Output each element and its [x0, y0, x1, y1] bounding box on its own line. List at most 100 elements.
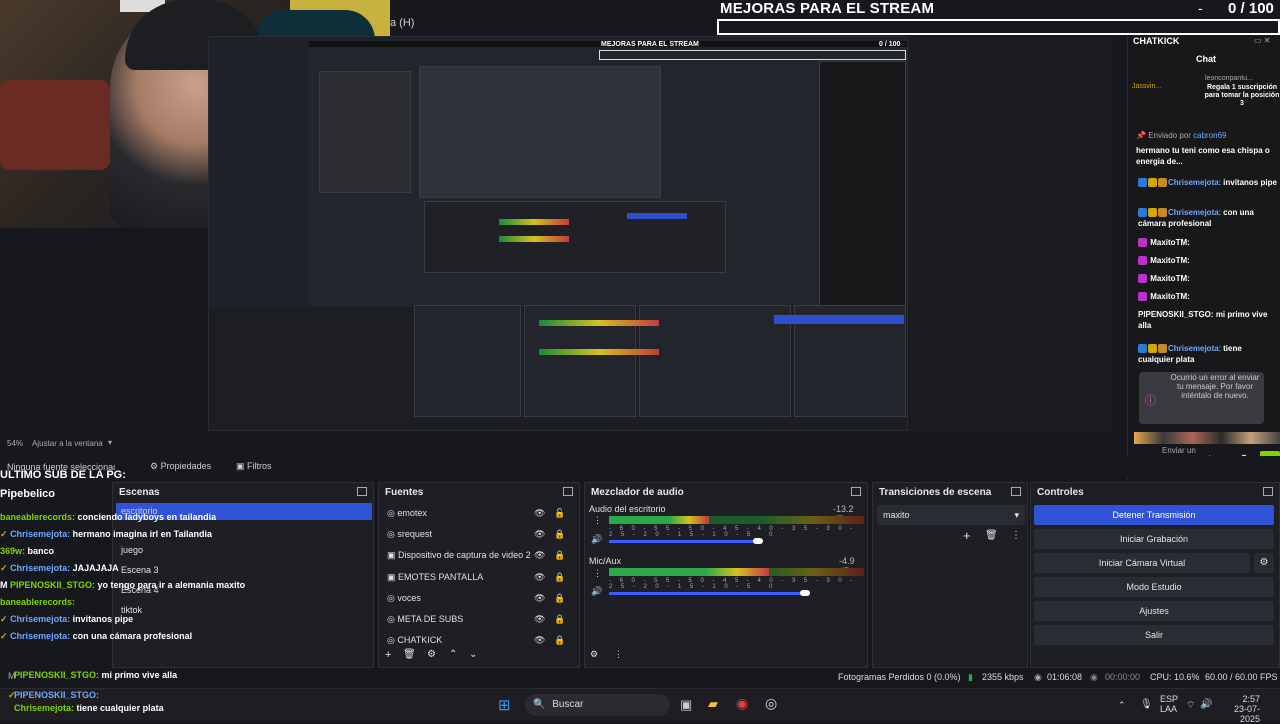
maximize-icon[interactable]: [1011, 487, 1021, 496]
mixer-title: Mezclador de audio: [591, 487, 684, 498]
lock-icon[interactable]: 🔓: [554, 508, 565, 519]
add-source-icon[interactable]: +: [385, 649, 391, 661]
menu-label[interactable]: a (H): [390, 17, 414, 29]
eye-icon[interactable]: 👁: [534, 572, 545, 583]
gear-icon[interactable]: ⚙: [590, 649, 598, 660]
zoom-row: 54% Ajustar a la ventana ▾: [0, 435, 1120, 453]
audio-mixer-dock: Mezclador de audio Audio del escritorio …: [584, 482, 868, 668]
eye-icon[interactable]: 👁: [534, 593, 545, 604]
speaker-icon[interactable]: 🔊: [591, 534, 602, 545]
maximize-icon[interactable]: [851, 487, 861, 496]
move-down-icon[interactable]: ⌄: [469, 649, 477, 660]
properties-button[interactable]: ⚙ Propiedades: [150, 461, 211, 472]
eye-icon[interactable]: 👁: [534, 529, 545, 540]
zoom-fit-label[interactable]: Ajustar a la ventana: [32, 439, 103, 448]
source-item[interactable]: ▣ Dispositivo de captura de video 2: [387, 550, 531, 561]
chat-message: MaxitoTM:: [1138, 273, 1278, 291]
chat-dock-controls-icon[interactable]: ▭ ✕: [1254, 36, 1270, 45]
windows-start-icon[interactable]: ⊞: [498, 696, 511, 714]
lock-icon[interactable]: 🔒: [554, 572, 565, 583]
eye-icon[interactable]: 👁: [534, 635, 545, 646]
audio-meter-level: [609, 516, 709, 524]
kebab-menu-icon[interactable]: ⋮: [614, 649, 623, 660]
lock-icon[interactable]: 🔒: [554, 635, 565, 646]
lock-icon[interactable]: 🔒: [554, 550, 565, 561]
live-time: 01:06:08: [1047, 672, 1083, 682]
overlay-chat-line: ✓ Chrisemejota: hermano imagina irl en T…: [0, 529, 212, 539]
chrome-icon[interactable]: ◉: [736, 695, 748, 712]
goal-dash: -: [1198, 0, 1203, 16]
lock-icon[interactable]: 🔒: [554, 529, 565, 540]
transition-select[interactable]: maxito ▾: [877, 505, 1025, 525]
mic-icon[interactable]: 🎙: [1140, 699, 1153, 710]
eye-icon[interactable]: 👁: [534, 550, 545, 561]
wifi-icon[interactable]: ⌔: [1186, 699, 1195, 712]
kebab-menu-icon[interactable]: ⋮: [1011, 530, 1021, 541]
chevron-up-icon[interactable]: ⌃: [1118, 700, 1126, 711]
emote-bar[interactable]: [1134, 432, 1280, 444]
start-virtual-camera-button[interactable]: Iniciar Cámara Virtual: [1034, 553, 1250, 573]
audio-scale: -60-55-50-45-40-35-30-25-20-15-10-5 0: [609, 578, 861, 590]
remove-transition-icon[interactable]: 🗑: [985, 530, 998, 541]
chat-message: PIPENOSKII_STGO: mi primo vive alla: [1138, 310, 1268, 330]
maximize-icon[interactable]: [357, 487, 367, 496]
maximize-icon[interactable]: [1263, 487, 1273, 496]
source-item[interactable]: ◎ srequest: [387, 529, 432, 540]
pinned-user: Jassvin...: [1132, 83, 1162, 90]
chevron-down-icon[interactable]: ▾: [108, 438, 112, 447]
chat-error-text: Ocurrió un error al enviar tu mensaje. P…: [1170, 373, 1260, 400]
overlay-chat-line: M PIPENOSKII_STGO: yo tengo para ir a al…: [0, 580, 246, 590]
transitions-title: Transiciones de escena: [879, 487, 992, 498]
taskbar-search[interactable]: 🔍 Buscar: [525, 694, 670, 716]
kebab-menu-icon[interactable]: ⋮: [593, 568, 602, 579]
eye-icon[interactable]: 👁: [534, 614, 545, 625]
source-item[interactable]: ▣ EMOTES PANTALLA: [387, 572, 483, 583]
eye-icon[interactable]: 👁: [534, 508, 545, 519]
remove-source-icon[interactable]: 🗑: [403, 649, 416, 660]
volume-knob[interactable]: [800, 590, 810, 596]
volume-knob[interactable]: [753, 538, 763, 544]
studio-mode-button[interactable]: Modo Estudio: [1034, 577, 1274, 597]
taskbar: Chrisemejota: tiene cualquier plata ✓ PI…: [0, 688, 1280, 724]
goal-count: 0 / 100: [1228, 0, 1274, 17]
chat-message: MaxitoTM:: [1138, 237, 1278, 255]
stop-streaming-button[interactable]: Detener Transmisión: [1034, 505, 1274, 525]
source-item[interactable]: ◎ META DE SUBS: [387, 614, 463, 625]
obs-icon[interactable]: ◎: [765, 695, 777, 712]
rec-time: 00:00:00: [1105, 672, 1141, 682]
overlay-chat: baneablerecords: conciendo ladyboys en t…: [0, 512, 380, 648]
exit-button[interactable]: Salir: [1034, 625, 1274, 645]
pinned-sub-goal: Jassvin... leonconpantu... Regala 1 susc…: [1132, 75, 1279, 110]
task-view-icon[interactable]: ▣: [680, 697, 692, 713]
move-up-icon[interactable]: ⌃: [449, 649, 457, 660]
volume-slider[interactable]: [609, 540, 759, 543]
gear-icon[interactable]: ⚙: [1254, 553, 1274, 573]
language-indicator[interactable]: ESP LAA: [1160, 694, 1178, 714]
maximize-icon[interactable]: [563, 487, 573, 496]
program-preview[interactable]: MEJORAS PARA EL STREAM 0 / 100: [208, 36, 908, 431]
chat-message: Chrisemejota: tiene cualquier plata: [1138, 344, 1242, 364]
overlay-chat-user: PIPENOSKII_STGO:: [14, 670, 100, 680]
filters-button[interactable]: ▣ Filtros: [236, 461, 272, 472]
file-explorer-icon[interactable]: ▰: [708, 696, 718, 712]
add-transition-icon[interactable]: +: [963, 528, 971, 543]
zoom-percent: 54%: [7, 439, 24, 448]
transitions-dock: Transiciones de escena maxito ▾ + 🗑 ⋮: [872, 482, 1028, 668]
start-recording-button[interactable]: Iniciar Grabación: [1034, 529, 1274, 549]
source-item[interactable]: ◎ emotex: [387, 508, 427, 519]
sent-by-card[interactable]: 📌 Enviado por cabron69 hermano tu teni c…: [1136, 130, 1276, 167]
source-properties-icon[interactable]: ⚙: [427, 649, 436, 660]
chat-title: Chat: [1196, 54, 1216, 64]
lock-icon[interactable]: 🔒: [554, 593, 565, 604]
speaker-icon[interactable]: 🔊: [591, 586, 602, 597]
lock-icon[interactable]: 🔒: [554, 614, 565, 625]
kebab-menu-icon[interactable]: ⋮: [593, 515, 602, 526]
volume-slider[interactable]: [609, 592, 809, 595]
source-item[interactable]: ◎ voces: [387, 593, 421, 604]
source-item[interactable]: ◎ CHATKICK: [387, 635, 442, 646]
volume-icon[interactable]: 🔊: [1200, 699, 1212, 710]
overlay-chat-line: 369w: banco: [0, 546, 55, 556]
settings-button[interactable]: Ajustes: [1034, 601, 1274, 621]
overlay-chat-line: ✓ Chrisemejota: con una cámara profesion…: [0, 631, 193, 641]
controls-title: Controles: [1037, 487, 1084, 498]
